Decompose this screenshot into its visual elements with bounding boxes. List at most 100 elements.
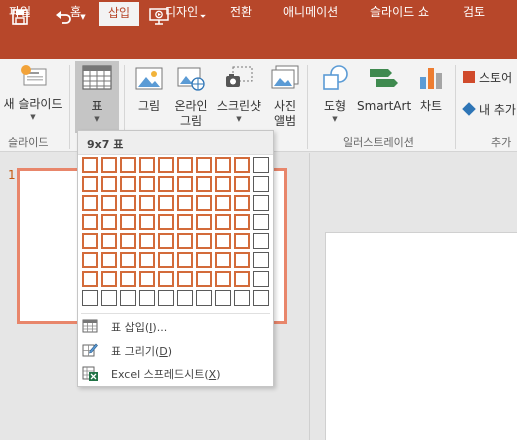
table-grid-cell-selected[interactable] [82,252,98,268]
tab-animations[interactable]: 애니메이션 [283,0,338,26]
table-grid-cell-selected[interactable] [158,176,174,192]
table-grid-cell-selected[interactable] [215,157,231,173]
table-grid-cell-selected[interactable] [196,176,212,192]
table-grid-cell-selected[interactable] [177,233,193,249]
table-grid-cell-selected[interactable] [139,271,155,287]
table-grid-cell[interactable] [82,290,98,306]
table-grid-cell-selected[interactable] [234,214,250,230]
table-grid-cell-selected[interactable] [101,214,117,230]
thumbnail-pane-splitter[interactable] [309,153,310,440]
table-grid-cell-selected[interactable] [196,233,212,249]
table-size-grid[interactable] [82,157,272,309]
table-grid-cell-selected[interactable] [158,214,174,230]
new-slide-button[interactable]: 새 슬라이드 ▼ [0,63,66,121]
table-grid-cell-selected[interactable] [82,157,98,173]
draw-table-menu-item[interactable]: 표 그리기(D) [78,339,273,361]
table-grid-cell-selected[interactable] [101,233,117,249]
table-grid-cell-selected[interactable] [82,176,98,192]
table-grid-cell[interactable] [253,195,269,211]
slide-canvas[interactable] [325,232,517,440]
table-grid-cell-selected[interactable] [158,157,174,173]
table-grid-cell-selected[interactable] [120,252,136,268]
table-grid-cell-selected[interactable] [177,157,193,173]
table-grid-cell-selected[interactable] [82,214,98,230]
table-grid-cell-selected[interactable] [215,176,231,192]
smartart-button[interactable]: SmartArt [357,65,411,114]
table-button[interactable]: 표 ▼ [75,65,119,123]
table-grid-cell-selected[interactable] [215,195,231,211]
table-grid-cell-selected[interactable] [158,252,174,268]
table-grid-cell-selected[interactable] [215,252,231,268]
tab-insert[interactable]: 삽입 [99,2,140,26]
table-grid-cell-selected[interactable] [101,176,117,192]
table-grid-cell-selected[interactable] [120,214,136,230]
pictures-button[interactable]: 그림 [129,65,169,114]
table-grid-cell-selected[interactable] [101,271,117,287]
table-grid-cell-selected[interactable] [120,157,136,173]
table-grid-cell-selected[interactable] [215,233,231,249]
table-grid-cell-selected[interactable] [120,195,136,211]
table-grid-cell-selected[interactable] [234,157,250,173]
table-grid-cell[interactable] [253,290,269,306]
table-grid-cell[interactable] [101,290,117,306]
table-grid-cell-selected[interactable] [139,233,155,249]
chart-button[interactable]: 차트 [413,65,449,114]
tab-file[interactable]: 파일 [9,0,31,26]
table-grid-cell[interactable] [253,214,269,230]
table-grid-cell[interactable] [253,233,269,249]
table-grid-cell-selected[interactable] [177,214,193,230]
table-grid-cell-selected[interactable] [139,195,155,211]
table-grid-cell-selected[interactable] [139,214,155,230]
table-grid-cell-selected[interactable] [196,271,212,287]
tab-slideshow[interactable]: 슬라이드 쇼 [370,0,429,26]
table-grid-cell-selected[interactable] [101,157,117,173]
table-grid-cell[interactable] [253,157,269,173]
table-grid-cell[interactable] [253,176,269,192]
table-grid-cell-selected[interactable] [120,233,136,249]
table-grid-cell-selected[interactable] [101,252,117,268]
table-grid-cell-selected[interactable] [234,252,250,268]
table-grid-cell-selected[interactable] [82,195,98,211]
table-grid-cell-selected[interactable] [234,195,250,211]
table-grid-cell-selected[interactable] [139,176,155,192]
table-grid-cell-selected[interactable] [158,271,174,287]
table-grid-cell-selected[interactable] [158,233,174,249]
table-grid-cell[interactable] [120,290,136,306]
table-grid-cell-selected[interactable] [177,176,193,192]
table-grid-cell[interactable] [196,290,212,306]
tab-transitions[interactable]: 전환 [230,0,252,26]
table-grid-cell-selected[interactable] [101,195,117,211]
excel-spreadsheet-menu-item[interactable]: Excel 스프레드시트(X) [78,362,273,384]
table-grid-cell-selected[interactable] [196,157,212,173]
table-grid-cell-selected[interactable] [177,252,193,268]
table-grid-cell-selected[interactable] [215,214,231,230]
table-grid-cell-selected[interactable] [196,252,212,268]
table-grid-cell[interactable] [253,271,269,287]
table-grid-cell-selected[interactable] [234,176,250,192]
table-grid-cell-selected[interactable] [177,195,193,211]
table-grid-cell[interactable] [253,252,269,268]
table-grid-cell[interactable] [234,290,250,306]
table-grid-cell[interactable] [139,290,155,306]
shapes-button[interactable]: 도형 ▼ [314,65,356,123]
table-grid-cell-selected[interactable] [196,214,212,230]
table-grid-cell[interactable] [177,290,193,306]
insert-table-menu-item[interactable]: 표 삽입(I)... [78,315,273,337]
tab-review[interactable]: 검토 [463,0,485,26]
table-grid-cell-selected[interactable] [234,271,250,287]
table-grid-cell-selected[interactable] [234,233,250,249]
table-grid-cell-selected[interactable] [177,271,193,287]
tab-design[interactable]: 디자인 [165,0,198,26]
screenshot-button[interactable]: 스크린샷 ▼ [212,65,266,123]
table-grid-cell-selected[interactable] [139,252,155,268]
photo-album-button[interactable]: 사진 앨범 [266,65,304,129]
table-grid-cell[interactable] [215,290,231,306]
tab-home[interactable]: 홈 [70,0,81,26]
table-grid-cell[interactable] [158,290,174,306]
table-grid-cell-selected[interactable] [82,271,98,287]
store-button[interactable]: 스토어 [463,71,512,86]
table-grid-cell-selected[interactable] [120,176,136,192]
table-grid-cell-selected[interactable] [82,233,98,249]
table-grid-cell-selected[interactable] [139,157,155,173]
table-grid-cell-selected[interactable] [215,271,231,287]
